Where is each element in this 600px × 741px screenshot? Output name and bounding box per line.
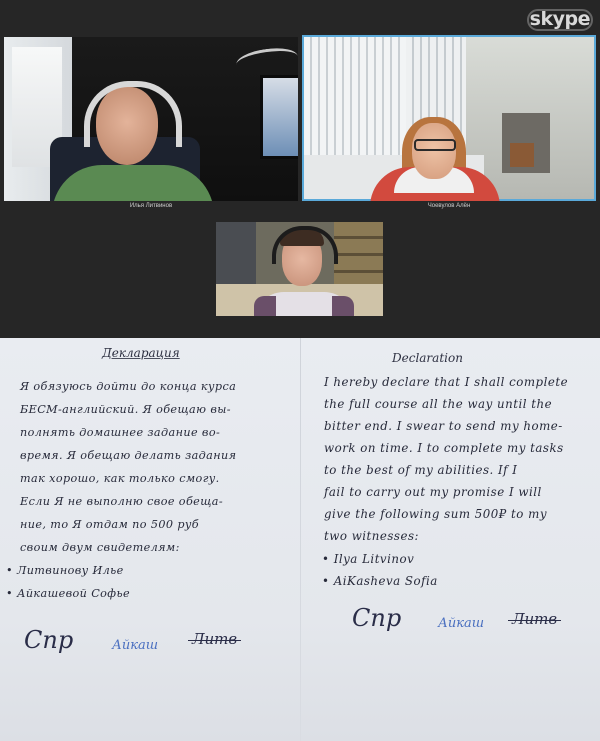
participant-sleeve bbox=[332, 296, 354, 316]
participant-label-row: Чоевулов Алён bbox=[300, 201, 600, 211]
declaration-title-ru: Декларация bbox=[102, 346, 180, 360]
video-tile-self[interactable] bbox=[216, 222, 383, 316]
handwritten-line: БЕСМ-английский. Я обещаю вы- bbox=[20, 403, 231, 416]
skype-logo: skype bbox=[526, 8, 594, 31]
participant-face bbox=[412, 123, 456, 179]
witness-item: • AiKasheva Sofia bbox=[322, 574, 438, 588]
handwritten-line: полнять домашнее задание во- bbox=[20, 426, 221, 439]
declaration-paper: Декларация Я обязуюсь дойти до конца кур… bbox=[0, 338, 600, 741]
witness-item: • Айкашевой Софье bbox=[6, 587, 130, 600]
handwritten-line: work on time. I to complete my tasks bbox=[324, 441, 564, 455]
signature-2: Айкаш bbox=[438, 616, 485, 631]
handwritten-line: своим двум свидетелям: bbox=[20, 541, 180, 554]
handwritten-line: I hereby declare that I shall complete bbox=[324, 375, 569, 389]
handwritten-line: время. Я обещаю делать задания bbox=[20, 449, 237, 462]
handwritten-line: ние, то Я отдам по 500 руб bbox=[20, 518, 200, 531]
headphones-icon bbox=[272, 226, 338, 264]
glasses-icon bbox=[414, 139, 456, 151]
video-blinds bbox=[304, 37, 408, 157]
handwritten-line: Я обязуюсь дойти до конца курса bbox=[20, 380, 237, 393]
participant-sleeve bbox=[254, 296, 276, 316]
handwritten-line: bitter end. I swear to send my home- bbox=[324, 419, 563, 433]
signature-3: Литв bbox=[187, 630, 242, 648]
handwritten-line: two witnesses: bbox=[324, 529, 419, 543]
handwritten-line: так хорошо, как только смогу. bbox=[20, 472, 220, 485]
skype-call-window: skype Илья Литвинов Чоевулов Алён bbox=[0, 0, 600, 338]
handwritten-line: give the following sum 500₽ to my bbox=[324, 507, 547, 521]
handwritten-line: Если Я не выполню свое обеща- bbox=[20, 495, 224, 508]
signature-1: Спр bbox=[24, 626, 74, 654]
witness-item: • Литвинову Илье bbox=[6, 564, 124, 577]
signature-3: Литв bbox=[507, 610, 562, 628]
video-birdhouse bbox=[510, 143, 534, 167]
signature-1: Спр bbox=[352, 604, 402, 632]
video-tile-participant-1[interactable] bbox=[4, 37, 298, 201]
signature-2: Айкаш bbox=[112, 638, 159, 653]
witness-item: • Ilya Litvinov bbox=[322, 552, 415, 566]
paper-fold bbox=[300, 338, 301, 741]
participant-name-2: Чоевулов Алён bbox=[427, 203, 471, 209]
handwritten-line: fail to carry out my promise I will bbox=[324, 485, 542, 499]
handwritten-line: the full course all the way until the bbox=[324, 397, 553, 411]
declaration-title-en: Declaration bbox=[392, 351, 463, 365]
participant-label-row: Илья Литвинов bbox=[0, 201, 300, 211]
handwritten-line: to the best of my abilities. If I bbox=[324, 463, 518, 477]
video-tile-participant-2[interactable] bbox=[302, 35, 596, 201]
video-monitor bbox=[260, 75, 298, 159]
participant-name-1: Илья Литвинов bbox=[129, 203, 173, 209]
